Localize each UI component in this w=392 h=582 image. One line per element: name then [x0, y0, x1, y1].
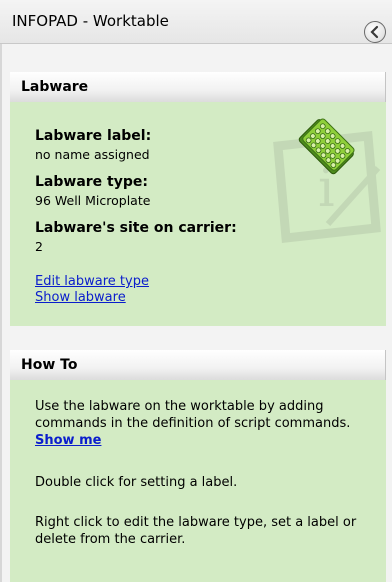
- title-bar: INFOPAD - Worktable: [0, 0, 392, 44]
- howto-panel-header: How To: [10, 350, 386, 380]
- labware-label-value: no name assigned: [35, 147, 150, 162]
- show-labware-link[interactable]: Show labware: [35, 290, 126, 305]
- window-title: INFOPAD - Worktable: [12, 12, 169, 30]
- edit-labware-type-link[interactable]: Edit labware type: [35, 274, 149, 289]
- chevron-left-icon: [370, 25, 379, 39]
- left-divider: [0, 44, 2, 582]
- howto-paragraph-2: Double click for setting a label.: [35, 475, 238, 490]
- labware-site-value: 2: [35, 239, 43, 254]
- microplate-icon: [298, 118, 355, 175]
- labware-type-heading: Labware type:: [35, 174, 148, 190]
- howto-paragraph-3: Right click to edit the labware type, se…: [35, 515, 357, 547]
- howto-paragraph-1: Use the labware on the worktable by addi…: [35, 398, 375, 449]
- howto-paragraph-1-text: Use the labware on the worktable by addi…: [35, 399, 351, 431]
- labware-label-heading: Labware label:: [35, 128, 152, 144]
- labware-site-heading: Labware's site on carrier:: [35, 220, 237, 236]
- labware-type-value: 96 Well Microplate: [35, 193, 151, 208]
- collapse-button[interactable]: [364, 21, 386, 43]
- labware-panel-header: Labware: [10, 72, 386, 102]
- show-me-link[interactable]: Show me: [35, 433, 101, 448]
